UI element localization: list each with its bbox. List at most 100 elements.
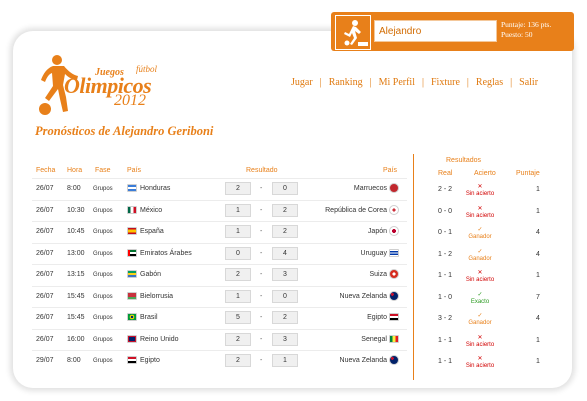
result-row: 0 - 1 ✓ Ganador 4: [428, 223, 554, 244]
away-score-input[interactable]: 2: [272, 203, 298, 217]
score-separator: -: [260, 314, 263, 321]
egipto-flag-icon: [389, 313, 399, 321]
check-icon: ✓: [477, 291, 483, 298]
acierto-label: Ganador: [468, 234, 492, 240]
cell-fecha: 26/07: [36, 314, 54, 321]
cell-fase: Grupos: [93, 358, 113, 364]
home-score-input[interactable]: 1: [225, 289, 251, 303]
check-icon: ✓: [477, 248, 483, 255]
cell-fase: Grupos: [93, 315, 113, 321]
home-score-input[interactable]: 1: [225, 203, 251, 217]
nav-reglas[interactable]: Reglas: [476, 77, 503, 88]
cell-hora: 15:45: [67, 292, 85, 300]
score-separator: -: [260, 335, 263, 343]
cell-puntaje: 1: [536, 186, 540, 193]
cell-real: 3 - 2: [438, 315, 453, 322]
check-icon: ✓: [477, 313, 483, 319]
cell-fecha: 26/07: [36, 271, 54, 278]
nav-ranking[interactable]: Ranking: [329, 77, 363, 88]
header-fecha: Fecha: [36, 167, 56, 174]
cell-home-team: Bielorrusia: [140, 292, 174, 300]
table-row: 26/07 10:30 Grupos México 1 - 2 República de Co…: [32, 199, 407, 222]
cell-away-team: Japón: [367, 228, 387, 235]
home-score-input[interactable]: 2: [225, 182, 251, 195]
away-score-input[interactable]: 0: [272, 289, 298, 303]
header-pais-local: País: [127, 167, 142, 174]
cell-real: 1 - 1: [438, 336, 453, 344]
score-text: Puntaje: 136 pts.: [501, 20, 552, 29]
cell-fecha: 26/07: [36, 185, 54, 192]
cell-away-team: Nueva Zelanda: [339, 292, 387, 300]
header-resultado: Resultado: [246, 167, 278, 174]
score-separator: -: [260, 249, 263, 257]
home-score-input[interactable]: 2: [225, 354, 251, 367]
home-score-input[interactable]: 2: [225, 332, 251, 346]
results-divider: [413, 154, 414, 380]
cell-puntaje: 1: [536, 272, 540, 279]
home-score-input[interactable]: 2: [225, 268, 251, 281]
nav-mi-perfil[interactable]: Mi Perfil: [379, 77, 415, 88]
table-row: 26/07 15:45 Grupos Bielorrusia 1 - 0 Nueva Zela…: [32, 285, 407, 308]
cell-home-team: Gabón: [140, 271, 162, 278]
cell-real: 0 - 1: [438, 229, 453, 236]
nz-flag-icon: [389, 290, 399, 301]
away-score-input[interactable]: 0: [272, 182, 298, 195]
cell-fecha: 26/07: [36, 292, 54, 300]
cell-acierto: ✕ Sin acierto: [460, 355, 500, 370]
nav-separator: |: [421, 77, 424, 88]
acierto-label: Exacto: [470, 298, 490, 305]
cell-away-team: Senegal: [361, 335, 387, 343]
cell-home-team: Brasil: [140, 314, 158, 321]
home-score-input[interactable]: 1: [225, 225, 251, 238]
away-score-input[interactable]: 1: [272, 354, 298, 367]
nav-salir[interactable]: Salir: [519, 77, 538, 88]
main-nav: Jugar | Ranking | Mi Perfil | Fixture | Reglas | S…: [291, 77, 538, 88]
cross-icon: ✕: [477, 205, 483, 212]
cell-fase: Grupos: [93, 272, 113, 278]
nav-jugar[interactable]: Jugar: [291, 77, 313, 88]
senegal-flag-icon: [389, 334, 399, 343]
cell-acierto: ✕ Sin acierto: [460, 205, 500, 220]
cell-home-team: España: [140, 228, 164, 235]
cell-fase: Grupos: [93, 229, 113, 235]
cell-hora: 10:30: [67, 206, 85, 214]
cell-real: 2 - 2: [438, 186, 453, 193]
cell-puntaje: 1: [536, 336, 540, 344]
away-score-input[interactable]: 3: [272, 332, 298, 346]
table-row: 26/07 15:45 Grupos Brasil 5 - 2 Egipto: [32, 307, 407, 329]
acierto-label: Sin acierto: [465, 277, 495, 283]
cross-icon: ✕: [477, 270, 483, 276]
home-score-input[interactable]: 0: [225, 246, 251, 260]
header-pais-visitante: País: [383, 167, 398, 174]
home-score-input[interactable]: 5: [225, 311, 251, 324]
cell-puntaje: 4: [536, 315, 540, 322]
cell-real: 1 - 1: [438, 272, 453, 279]
nz-flag-icon: [389, 355, 399, 365]
cell-fecha: 26/07: [36, 206, 54, 214]
cross-icon: ✕: [477, 184, 483, 190]
result-row: 2 - 2 ✕ Sin acierto 1: [428, 180, 554, 201]
player-avatar-icon: [335, 15, 371, 50]
cell-hora: 16:00: [67, 335, 85, 343]
cell-hora: 13:15: [67, 271, 85, 278]
cell-real: 1 - 0: [438, 293, 453, 301]
away-score-input[interactable]: 3: [272, 268, 298, 281]
egipto-flag-icon: [127, 356, 137, 364]
honduras-flag-icon: [127, 184, 137, 192]
cell-away-team: Suiza: [369, 271, 387, 278]
brasil-flag-icon: [127, 313, 137, 321]
score-separator: -: [260, 206, 263, 214]
header-acierto: Acierto: [474, 170, 496, 177]
table-row: 26/07 13:15 Grupos Gabón 2 - 3 Suiza: [32, 264, 407, 286]
username-display: Alejandro: [374, 20, 497, 42]
result-row: 1 - 1 ✕ Sin acierto 1: [428, 266, 554, 287]
corea-flag-icon: [389, 204, 399, 215]
away-score-input[interactable]: 2: [272, 225, 298, 238]
away-score-input[interactable]: 2: [272, 311, 298, 324]
away-score-input[interactable]: 4: [272, 246, 298, 260]
nav-fixture[interactable]: Fixture: [431, 77, 460, 88]
uk-flag-icon: [127, 334, 137, 343]
cell-home-team: México: [140, 206, 163, 214]
cell-home-team: Reino Unido: [140, 335, 179, 343]
cell-fase: Grupos: [93, 207, 113, 214]
